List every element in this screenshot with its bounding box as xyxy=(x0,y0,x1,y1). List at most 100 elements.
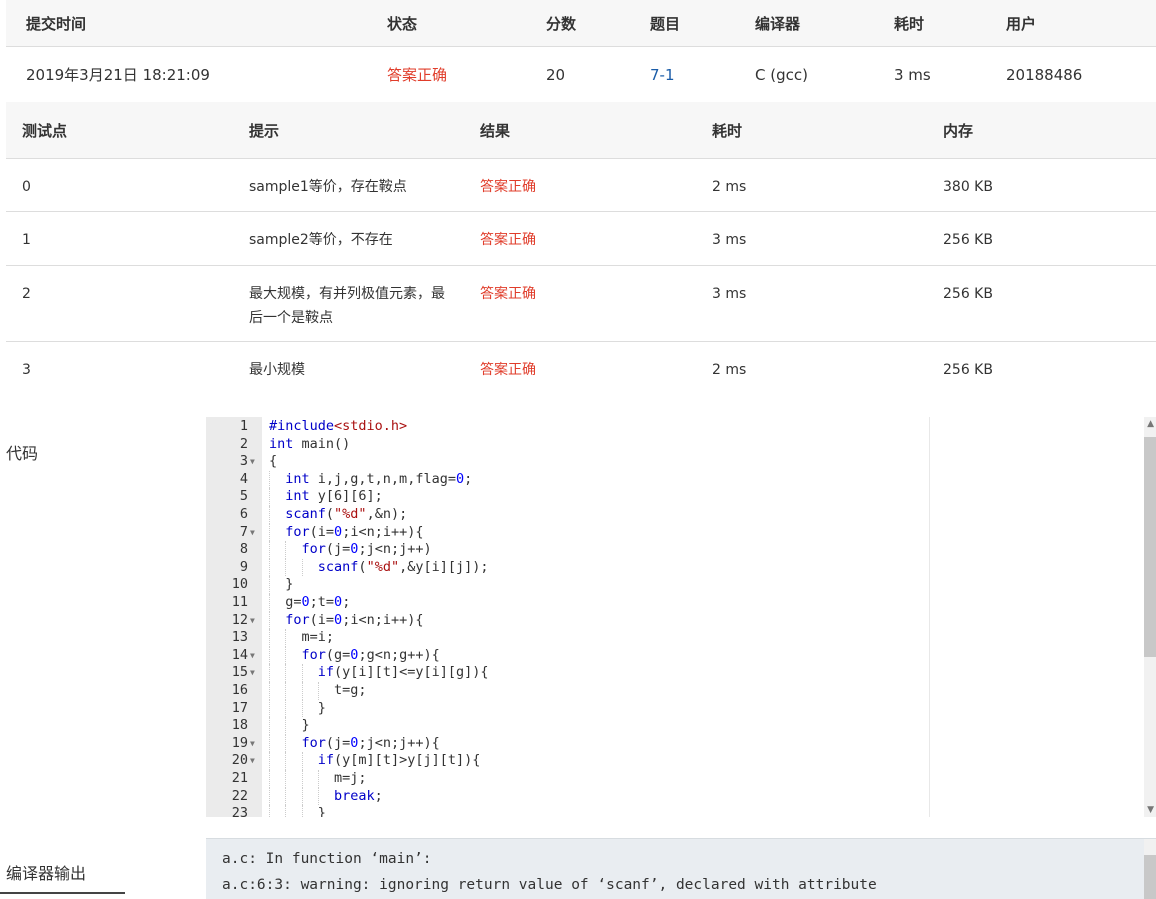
fold-toggle-icon[interactable]: ▼ xyxy=(250,664,255,682)
submission-summary: 提交时间 状态 分数 题目 编译器 耗时 用户 2019年3月21日 18:21… xyxy=(6,0,1156,103)
user-id: 20188486 xyxy=(1006,65,1083,84)
line-number: 9 xyxy=(239,558,248,575)
editor-scrollbar[interactable]: ▲ ▼ xyxy=(1144,417,1156,817)
fold-toggle-icon[interactable]: ▼ xyxy=(250,752,255,770)
compiler-output[interactable]: a.c: In function ‘main’: a.c:6:3: warnin… xyxy=(206,838,1156,899)
header-result: 结果 xyxy=(480,121,511,140)
header-status: 状态 xyxy=(387,14,418,33)
code-text: } xyxy=(269,576,294,593)
code-line: 5 int y[6][6]; xyxy=(206,488,926,506)
line-number: 14 xyxy=(231,646,248,663)
line-number: 10 xyxy=(231,576,248,593)
code-text: int y[6][6]; xyxy=(285,488,383,505)
code-text: for(j=0;j<n;j++) xyxy=(301,541,432,558)
code-text: t=g; xyxy=(269,682,367,698)
summary-header: 提交时间 状态 分数 题目 编译器 耗时 用户 xyxy=(6,0,1156,47)
code-line: 11 g=0;t=0; xyxy=(206,594,926,612)
test-result: 答案正确 xyxy=(480,286,536,302)
fold-toggle-icon[interactable]: ▼ xyxy=(250,735,255,753)
test-time: 3 ms xyxy=(712,286,747,302)
scroll-down-icon[interactable]: ▼ xyxy=(1147,805,1154,815)
line-number: 3 xyxy=(239,453,248,470)
line-number: 12 xyxy=(231,611,248,628)
header-submit-time: 提交时间 xyxy=(26,14,87,33)
fold-toggle-icon[interactable]: ▼ xyxy=(250,647,255,665)
header-user: 用户 xyxy=(1006,14,1037,33)
code-editor[interactable]: 1 #include<stdio.h> 2 int main() 3 ▼{4 int i,… xyxy=(206,417,1156,817)
compiler: C (gcc) xyxy=(755,65,808,84)
code-text: if(y[i][t]<=y[i][g]){ xyxy=(317,664,489,681)
header-memory: 内存 xyxy=(943,121,974,140)
test-memory: 256 KB xyxy=(943,286,993,302)
test-memory: 380 KB xyxy=(943,179,993,195)
header-problem: 题目 xyxy=(650,14,681,33)
code-line: 17 } xyxy=(206,699,926,718)
code-line: 12 ▼ for(i=0;i<n;i++){ xyxy=(206,611,926,630)
code-line: 18 } xyxy=(206,717,926,735)
output-scrollbar[interactable] xyxy=(1144,839,1156,899)
code-text: int main() xyxy=(269,435,351,452)
code-text: scanf("%d",&n); xyxy=(285,506,408,522)
header-compiler: 编译器 xyxy=(755,14,801,33)
line-number: 18 xyxy=(231,717,248,734)
test-result: 答案正确 xyxy=(480,232,536,248)
code-text: g=0;t=0; xyxy=(269,594,351,610)
header-elapsed: 耗时 xyxy=(894,14,925,33)
code-text: for(g=0;g<n;g++){ xyxy=(301,646,440,663)
header-time: 耗时 xyxy=(712,121,743,140)
test-id: 2 xyxy=(22,286,31,302)
code-text: } xyxy=(269,699,326,716)
output-line: a.c: In function ‘main’: xyxy=(222,851,432,867)
output-scrollbar-thumb[interactable] xyxy=(1144,855,1156,899)
line-number: 16 xyxy=(231,682,248,698)
code-line: 7 ▼ for(i=0;i<n;i++){ xyxy=(206,523,926,542)
test-points-table: 测试点 提示 结果 耗时 内存 0 sample1等价，存在鞍点 答案正确 2 … xyxy=(6,102,1156,397)
code-line: 20 ▼ if(y[m][t]>y[j][t]){ xyxy=(206,752,926,770)
code-text: } xyxy=(269,717,310,734)
score: 20 xyxy=(546,65,566,84)
line-number: 4 xyxy=(239,470,248,487)
problem-link[interactable]: 7-1 xyxy=(650,66,755,84)
scroll-up-icon[interactable]: ▲ xyxy=(1147,419,1154,429)
test-result: 答案正确 xyxy=(480,179,536,195)
table-row: 3 最小规模 答案正确 2 ms 256 KB xyxy=(6,342,1156,397)
code-line: 13 m=i; xyxy=(206,629,926,647)
table-row: 2 最大规模，有并列极值元素，最后一个是鞍点 答案正确 3 ms 256 KB xyxy=(6,266,1156,342)
code-text: for(j=0;j<n;j++){ xyxy=(301,734,440,751)
tests-header: 测试点 提示 结果 耗时 内存 xyxy=(6,102,1156,159)
code-line: 19 ▼ for(j=0;j<n;j++){ xyxy=(206,734,926,753)
line-number: 17 xyxy=(231,699,248,716)
test-hint: 最大规模，有并列极值元素，最后一个是鞍点 xyxy=(249,286,445,326)
compiler-output-label: 编译器输出 xyxy=(6,864,87,883)
code-text: } xyxy=(269,805,326,817)
test-id: 1 xyxy=(22,232,31,248)
summary-row: 2019年3月21日 18:21:09 答案正确 20 7-1 C (gcc) … xyxy=(6,47,1156,103)
test-hint: 最小规模 xyxy=(249,362,305,378)
code-line: 10 } xyxy=(206,576,926,594)
fold-toggle-icon[interactable]: ▼ xyxy=(250,453,255,471)
code-label: 代码 xyxy=(6,444,39,463)
test-id: 0 xyxy=(22,179,31,195)
code-line: 14 ▼ for(g=0;g<n;g++){ xyxy=(206,646,926,665)
editor-scrollbar-thumb[interactable] xyxy=(1144,437,1156,657)
test-time: 2 ms xyxy=(712,362,747,378)
table-row: 1 sample2等价，不存在 答案正确 3 ms 256 KB xyxy=(6,212,1156,266)
header-score: 分数 xyxy=(546,14,577,33)
code-text: #include<stdio.h> xyxy=(269,418,408,434)
line-number: 11 xyxy=(231,594,248,610)
line-number: 13 xyxy=(231,629,248,646)
line-number: 6 xyxy=(239,506,248,522)
code-line: 1 #include<stdio.h> xyxy=(206,418,926,436)
code-line: 23 } xyxy=(206,805,926,817)
line-number: 23 xyxy=(231,805,248,817)
fold-toggle-icon[interactable]: ▼ xyxy=(250,524,255,542)
test-hint: sample2等价，不存在 xyxy=(249,232,393,248)
test-result: 答案正确 xyxy=(480,362,536,378)
status-badge: 答案正确 xyxy=(387,66,448,84)
elapsed-time: 3 ms xyxy=(894,65,931,84)
header-hint: 提示 xyxy=(249,121,280,140)
table-row: 0 sample1等价，存在鞍点 答案正确 2 ms 380 KB xyxy=(6,159,1156,212)
fold-toggle-icon[interactable]: ▼ xyxy=(250,612,255,630)
line-number: 2 xyxy=(239,435,248,452)
code-text: m=j; xyxy=(269,770,367,786)
